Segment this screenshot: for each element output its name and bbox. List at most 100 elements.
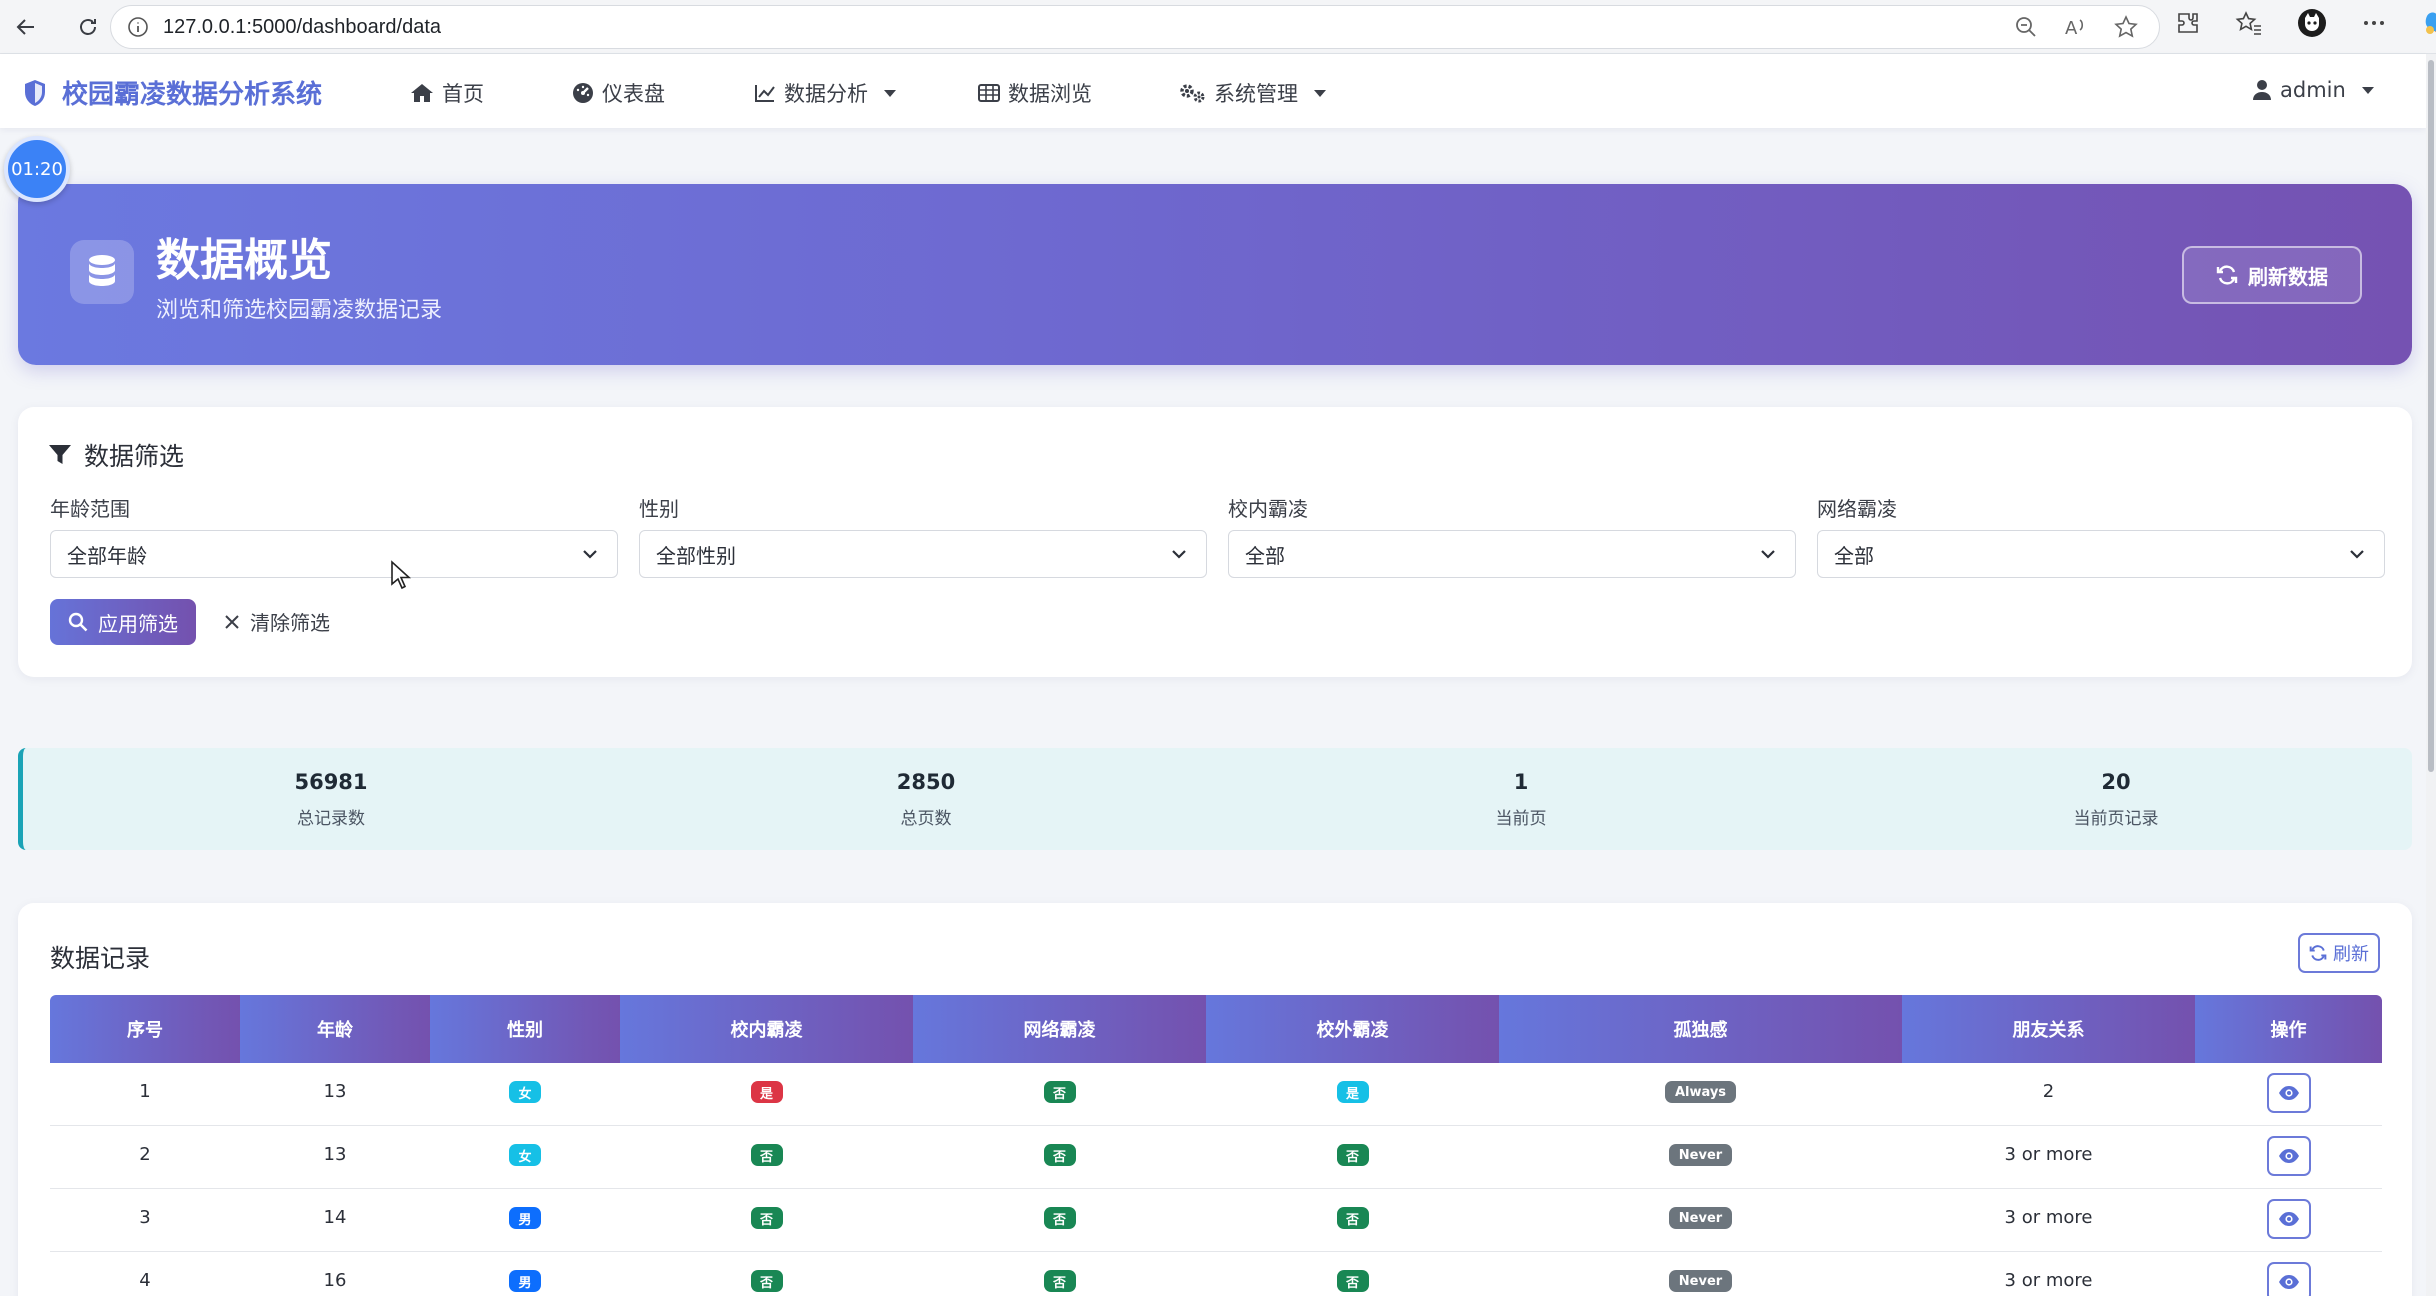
favorite-star-icon[interactable] <box>2113 14 2139 40</box>
table-cell: Never <box>1499 1126 1902 1189</box>
nav-item-analysis[interactable]: 数据分析 <box>754 78 896 108</box>
column-header[interactable]: 朋友关系 <box>1902 995 2195 1063</box>
brand[interactable]: 校园霸凌数据分析系统 <box>22 74 322 111</box>
filter-icon <box>49 445 71 464</box>
column-header[interactable]: 孤独感 <box>1499 995 1902 1063</box>
user-menu[interactable]: admin <box>2252 78 2374 102</box>
stat-value: 20 <box>2101 770 2131 794</box>
timer-badge[interactable]: 01:20 <box>4 136 70 202</box>
view-details-button[interactable] <box>2266 1136 2311 1176</box>
stat-value: 56981 <box>294 770 368 794</box>
arrow-left-icon <box>16 18 34 35</box>
cyber-bullying-select[interactable]: 全部 <box>1817 530 2385 578</box>
user-icon <box>2253 80 2271 100</box>
table-cell: 否 <box>913 1189 1206 1252</box>
gender-value: 全部性别 <box>656 543 736 568</box>
reload-icon <box>80 18 96 35</box>
filter-label-cyber-bullying: 网络霸凌 <box>1817 497 1897 521</box>
scrollbar-thumb[interactable] <box>2428 60 2434 772</box>
refresh-data-button[interactable]: 刷新数据 <box>2182 246 2362 304</box>
stat-label: 当前页记录 <box>2073 809 2159 829</box>
zoom-out-icon[interactable] <box>2013 14 2039 40</box>
filter-label-school-bullying: 校内霸凌 <box>1228 497 1308 521</box>
cell-text: 3 or more <box>2004 1270 2093 1291</box>
extensions-icon[interactable] <box>2175 10 2201 36</box>
column-header[interactable]: 序号 <box>50 995 240 1063</box>
favorites-icon[interactable] <box>2235 10 2263 36</box>
nav-item-browse[interactable]: 数据浏览 <box>978 78 1092 108</box>
more-menu-icon[interactable] <box>2361 10 2387 36</box>
view-details-button[interactable] <box>2266 1073 2311 1113</box>
stat-label: 总页数 <box>900 809 952 829</box>
back-button[interactable] <box>6 7 46 47</box>
status-badge: 否 <box>1043 1144 1076 1166</box>
table-cell: 16 <box>240 1252 430 1296</box>
column-header[interactable]: 年龄 <box>240 995 430 1063</box>
table-cell: Never <box>1499 1189 1902 1252</box>
status-badge: 否 <box>750 1270 783 1292</box>
table-cell: 否 <box>1206 1189 1499 1252</box>
status-badge: 否 <box>1043 1081 1076 1103</box>
table-cell <box>2195 1189 2382 1252</box>
table-cell: 男 <box>430 1189 620 1252</box>
view-details-button[interactable] <box>2266 1262 2311 1296</box>
table-cell: 否 <box>620 1189 913 1252</box>
apply-filter-button[interactable]: 应用筛选 <box>50 599 196 645</box>
status-badge: 否 <box>750 1207 783 1229</box>
filter-title: 数据筛选 <box>48 437 184 473</box>
page-header-banner: 数据概览 浏览和筛选校园霸凌数据记录 刷新数据 <box>18 184 2412 365</box>
age-range-select[interactable]: 全部年龄 <box>50 530 618 578</box>
table-cell: 否 <box>913 1252 1206 1296</box>
svg-text:A: A <box>2065 18 2078 39</box>
stat-total-pages: 2850 总页数 <box>726 770 1126 829</box>
nav-item-home[interactable]: 首页 <box>410 78 484 108</box>
nav-item-dashboard[interactable]: 仪表盘 <box>572 78 665 108</box>
table-cell: 男 <box>430 1252 620 1296</box>
address-bar[interactable]: 127.0.0.1:5000/dashboard/data A <box>110 5 2160 49</box>
records-table: 序号 年龄 性别 校内霸凌 网络霸凌 校外霸凌 孤独感 朋友关系 操作 1 13 女… <box>50 995 2382 1296</box>
reload-button[interactable] <box>68 7 108 47</box>
info-icon[interactable] <box>127 16 149 38</box>
cell-text: 3 or more <box>2004 1207 2093 1228</box>
column-header[interactable]: 操作 <box>2195 995 2382 1063</box>
table-cell: 否 <box>620 1252 913 1296</box>
search-icon <box>68 612 88 632</box>
copilot-icon[interactable] <box>2421 8 2436 38</box>
table-cell <box>2195 1063 2382 1126</box>
table-row: 1 13 女 是 否 是 Always 2 <box>50 1063 2382 1126</box>
nav-item-system[interactable]: 系统管理 <box>1178 78 1326 108</box>
view-details-button[interactable] <box>2266 1199 2311 1239</box>
database-icon <box>70 240 134 304</box>
cell-text: 16 <box>323 1270 347 1291</box>
refresh-icon <box>2216 265 2238 285</box>
records-refresh-label: 刷新 <box>2333 944 2369 965</box>
table-cell <box>2195 1126 2382 1189</box>
profile-avatar-icon[interactable] <box>2297 8 2327 38</box>
table-cell: 14 <box>240 1189 430 1252</box>
column-header[interactable]: 校外霸凌 <box>1206 995 1499 1063</box>
cell-text: 13 <box>323 1081 347 1102</box>
column-header[interactable]: 校内霸凌 <box>620 995 913 1063</box>
gender-select[interactable]: 全部性别 <box>639 530 1207 578</box>
eye-icon <box>2278 1086 2299 1100</box>
nav-item-label: 仪表盘 <box>602 82 665 106</box>
column-header[interactable]: 性别 <box>430 995 620 1063</box>
records-refresh-button[interactable]: 刷新 <box>2298 933 2380 973</box>
browser-toolbar: 127.0.0.1:5000/dashboard/data A <box>0 0 2436 54</box>
status-badge: 否 <box>1336 1207 1369 1229</box>
read-aloud-icon[interactable]: A <box>2063 14 2089 40</box>
status-badge: 男 <box>509 1270 541 1292</box>
status-badge: 否 <box>1043 1207 1076 1229</box>
records-title: 数据记录 <box>50 944 151 973</box>
table-cell: 否 <box>913 1126 1206 1189</box>
table-cell: 3 <box>50 1189 240 1252</box>
nav-item-label: 系统管理 <box>1214 82 1298 106</box>
column-header[interactable]: 网络霸凌 <box>913 995 1206 1063</box>
cell-text: 13 <box>323 1144 347 1165</box>
chevron-down-icon <box>884 89 896 97</box>
school-bullying-select[interactable]: 全部 <box>1228 530 1796 578</box>
table-cell: 女 <box>430 1126 620 1189</box>
chevron-down-icon <box>2361 86 2374 94</box>
clear-filter-button[interactable]: 清除筛选 <box>224 607 330 636</box>
age-range-value: 全部年龄 <box>67 543 147 568</box>
